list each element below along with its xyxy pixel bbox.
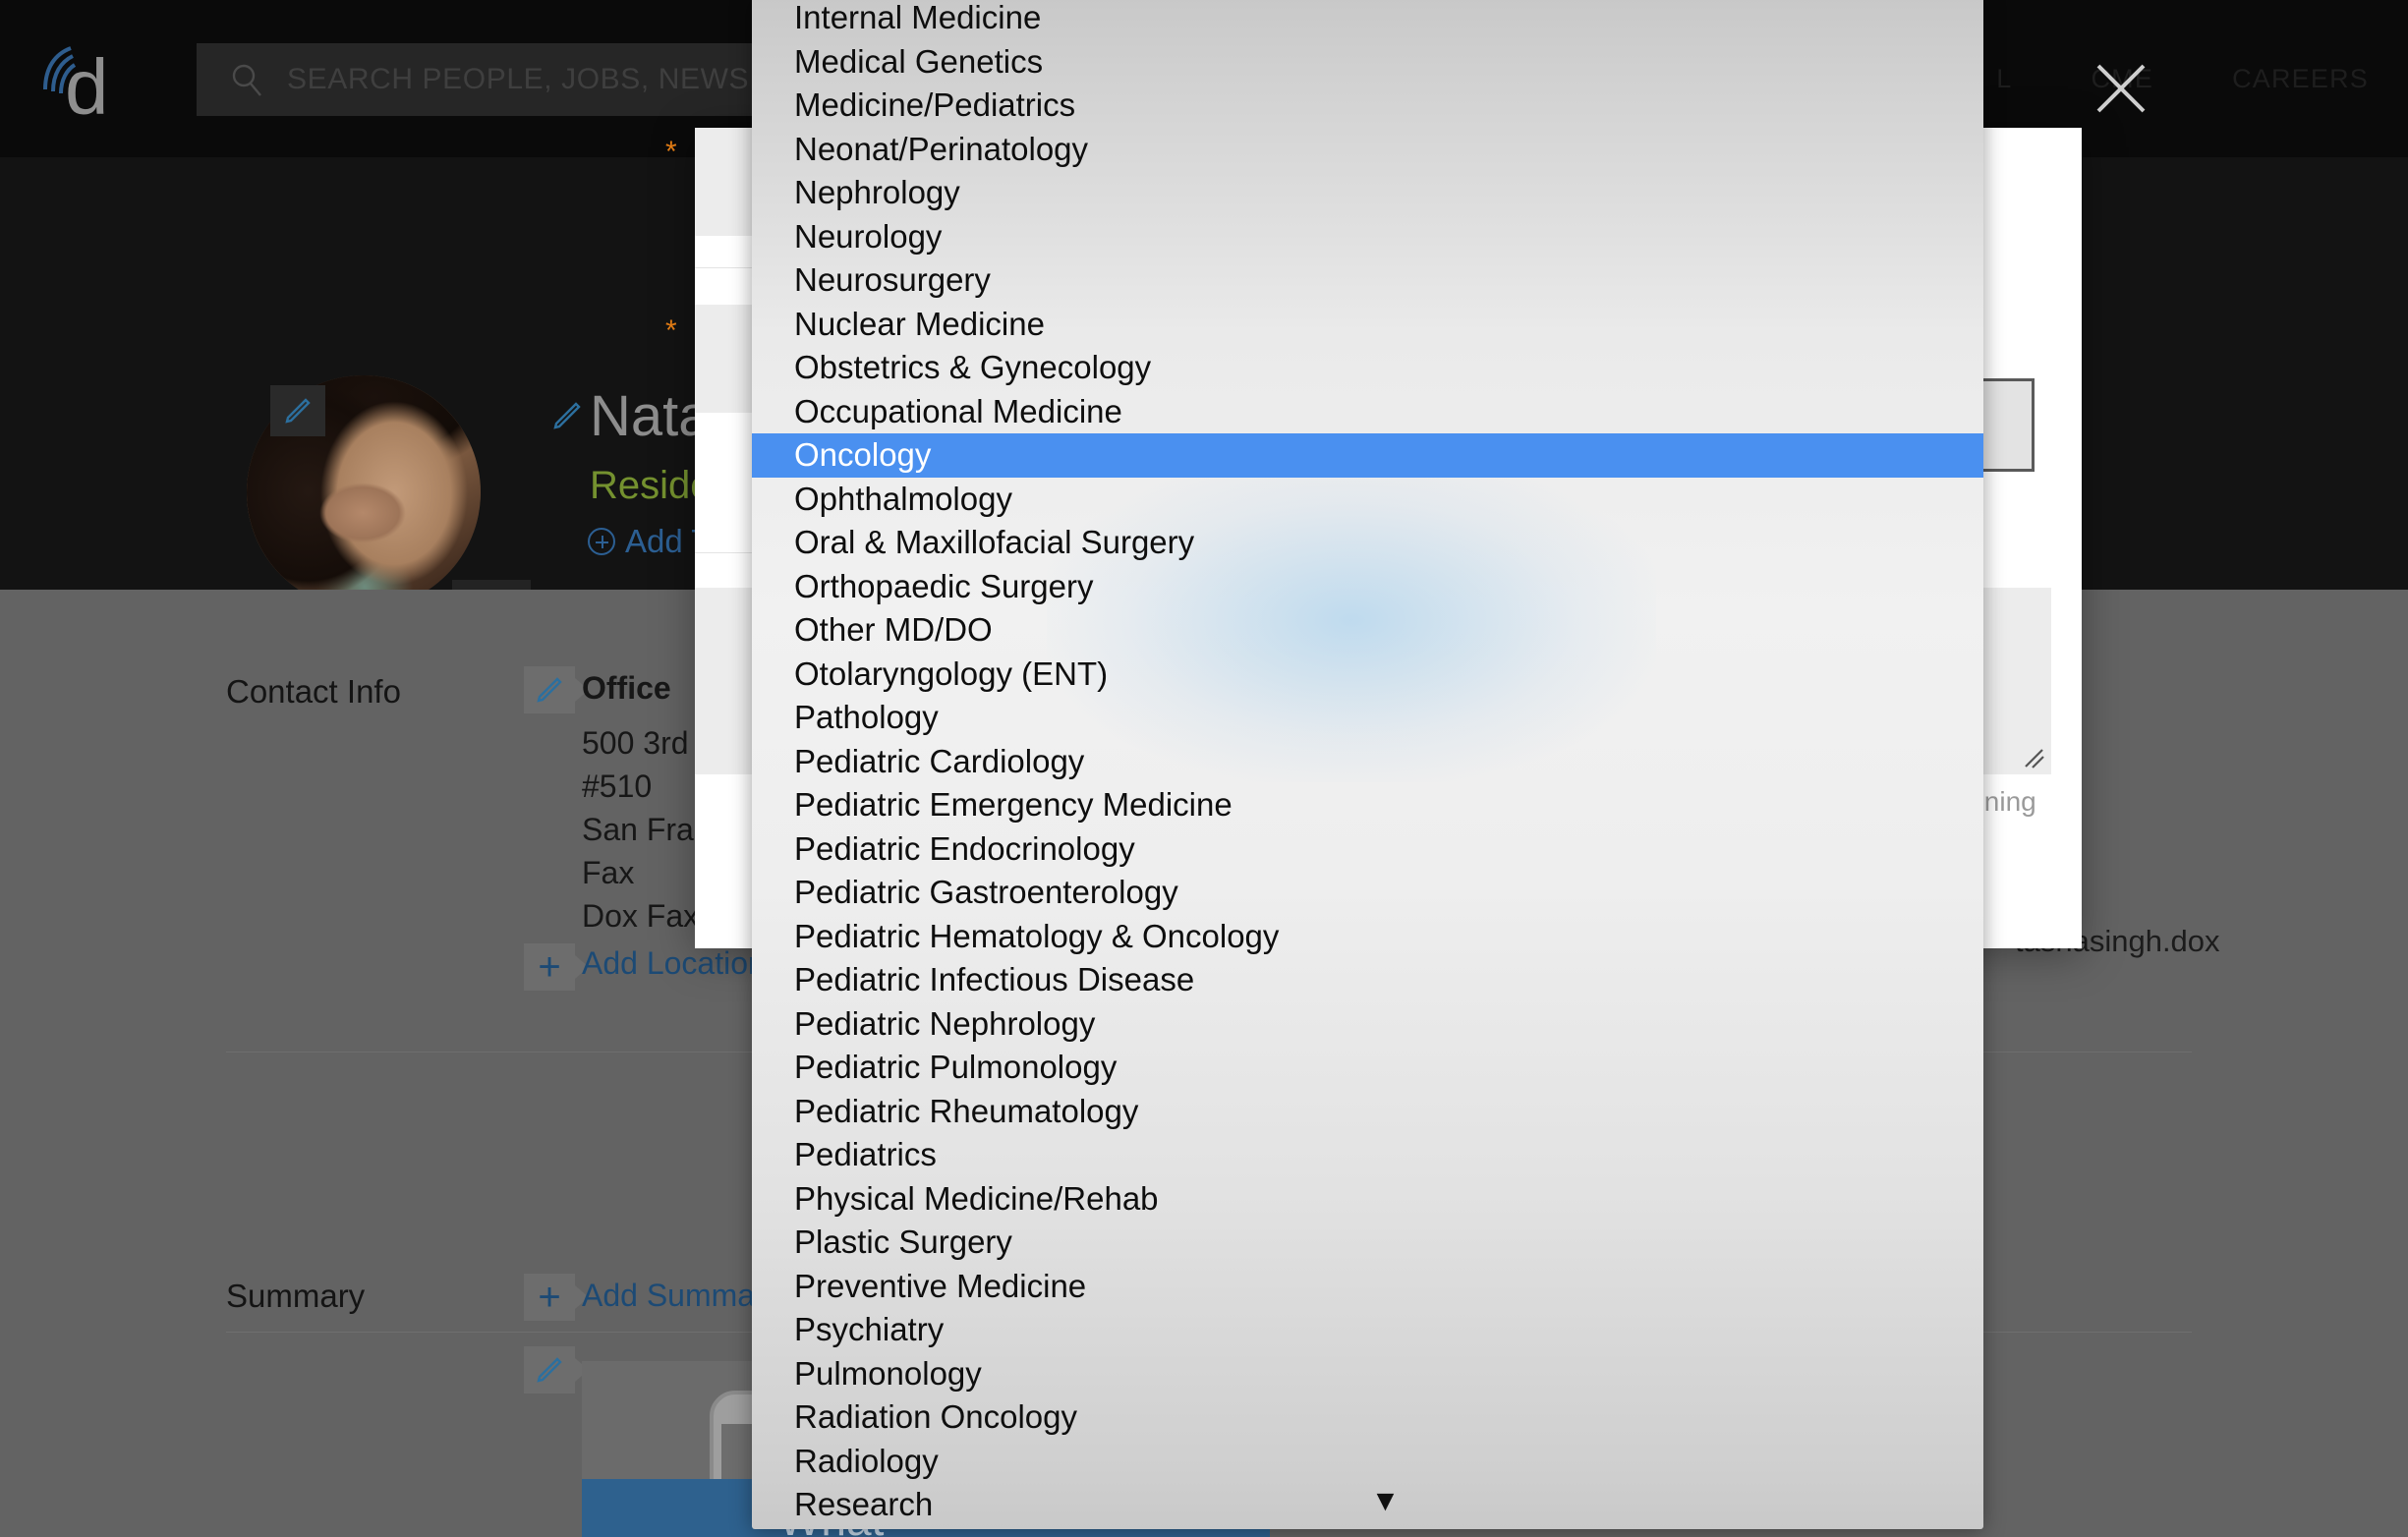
dropdown-option[interactable]: Medical Genetics — [752, 40, 1983, 85]
dropdown-option[interactable]: Pathology — [752, 696, 1983, 740]
specialty-dropdown-list[interactable]: Internal Medicine Medical Genetics Medicin… — [752, 0, 1983, 1529]
add-location-button[interactable]: + — [524, 943, 589, 991]
dropdown-option[interactable]: Nuclear Medicine — [752, 303, 1983, 347]
pencil-icon — [537, 1357, 562, 1383]
dropdown-option[interactable]: Ophthalmology — [752, 478, 1983, 522]
address-line-1: 500 3rd — [582, 725, 689, 761]
dropdown-option[interactable]: Obstetrics & Gynecology — [752, 346, 1983, 390]
add-location-link[interactable]: Add Location — [582, 945, 766, 982]
nav-link-careers[interactable]: CAREERS — [2193, 64, 2408, 94]
dropdown-option[interactable]: Neurology — [752, 215, 1983, 259]
dropdown-option[interactable]: Preventive Medicine — [752, 1265, 1983, 1309]
dox-fax-label: Dox Fax — [582, 898, 700, 934]
dropdown-option[interactable]: Pediatric Nephrology — [752, 1002, 1983, 1047]
dropdown-option[interactable]: Pediatric Pulmonology — [752, 1046, 1983, 1090]
edit-avatar-button[interactable] — [270, 385, 325, 436]
address-line-2: #510 — [582, 768, 653, 804]
required-marker-1: * — [665, 136, 677, 168]
resize-grip-icon[interactable] — [2020, 744, 2045, 769]
contact-info-section-label: Contact Info — [226, 673, 401, 710]
dropdown-option[interactable]: Radiation Oncology — [752, 1395, 1983, 1440]
fax-label: Fax — [582, 855, 635, 890]
dropdown-option[interactable]: Pediatric Infectious Disease — [752, 958, 1983, 1002]
search-icon — [232, 64, 261, 96]
dropdown-option[interactable]: Oral & Maxillofacial Surgery — [752, 521, 1983, 565]
dropdown-option[interactable]: Medicine/Pediatrics — [752, 84, 1983, 128]
dropdown-options: Internal Medicine Medical Genetics Medicin… — [752, 0, 1983, 1527]
dropdown-option[interactable]: Plastic Surgery — [752, 1221, 1983, 1265]
pencil-icon — [537, 677, 562, 703]
dropdown-option[interactable]: Pediatric Cardiology — [752, 740, 1983, 784]
dropdown-option[interactable]: Oncology — [752, 433, 1983, 478]
dropdown-option[interactable]: Pulmonology — [752, 1352, 1983, 1396]
dropdown-option[interactable]: Neurosurgery — [752, 258, 1983, 303]
dropdown-option[interactable]: Otolaryngology (ENT) — [752, 653, 1983, 697]
dropdown-option[interactable]: Orthopaedic Surgery — [752, 565, 1983, 609]
dropdown-option[interactable]: Pediatrics — [752, 1133, 1983, 1177]
plus-circle-icon — [588, 528, 615, 555]
dropdown-option[interactable]: Pediatric Hematology & Oncology — [752, 915, 1983, 959]
logo-letter: d — [65, 43, 109, 131]
summary-section-label: Summary — [226, 1278, 366, 1314]
dropdown-option[interactable]: Radiology — [752, 1440, 1983, 1484]
add-summary-button[interactable]: + — [524, 1274, 589, 1321]
dropdown-option[interactable]: Research — [752, 1483, 1983, 1527]
dropdown-option[interactable]: Pediatric Emergency Medicine — [752, 783, 1983, 827]
dropdown-option[interactable]: Psychiatry — [752, 1308, 1983, 1352]
dropdown-option[interactable]: Neonat/Perinatology — [752, 128, 1983, 172]
dropdown-option[interactable]: Pediatric Endocrinology — [752, 827, 1983, 872]
edit-name-icon[interactable] — [550, 399, 584, 432]
search-placeholder-text: SEARCH PEOPLE, JOBS, NEWS... — [287, 63, 775, 95]
dropdown-option[interactable]: Pediatric Rheumatology — [752, 1090, 1983, 1134]
dropdown-option[interactable]: Pediatric Gastroenterology — [752, 871, 1983, 915]
screen: d SEARCH PEOPLE, JOBS, NEWS... L CME CAR… — [0, 0, 2408, 1537]
dropdown-option[interactable]: Occupational Medicine — [752, 390, 1983, 434]
dropdown-option[interactable]: Internal Medicine — [752, 0, 1983, 40]
dropdown-option[interactable]: Other MD/DO — [752, 608, 1983, 653]
edit-office-button[interactable] — [524, 666, 589, 713]
site-logo[interactable]: d — [0, 0, 157, 157]
profile-subtitle: Reside — [590, 464, 713, 507]
address-line-3: San Fran — [582, 812, 712, 847]
edit-card-1-button[interactable] — [524, 1346, 589, 1394]
pencil-icon — [285, 398, 311, 424]
dropdown-option[interactable]: Nephrology — [752, 171, 1983, 215]
add-summary-link[interactable]: Add Summar — [582, 1278, 766, 1314]
office-label: Office — [582, 670, 671, 706]
close-icon[interactable] — [2093, 61, 2149, 116]
dropdown-option[interactable]: Physical Medicine/Rehab — [752, 1177, 1983, 1222]
required-marker-2: * — [665, 314, 677, 347]
